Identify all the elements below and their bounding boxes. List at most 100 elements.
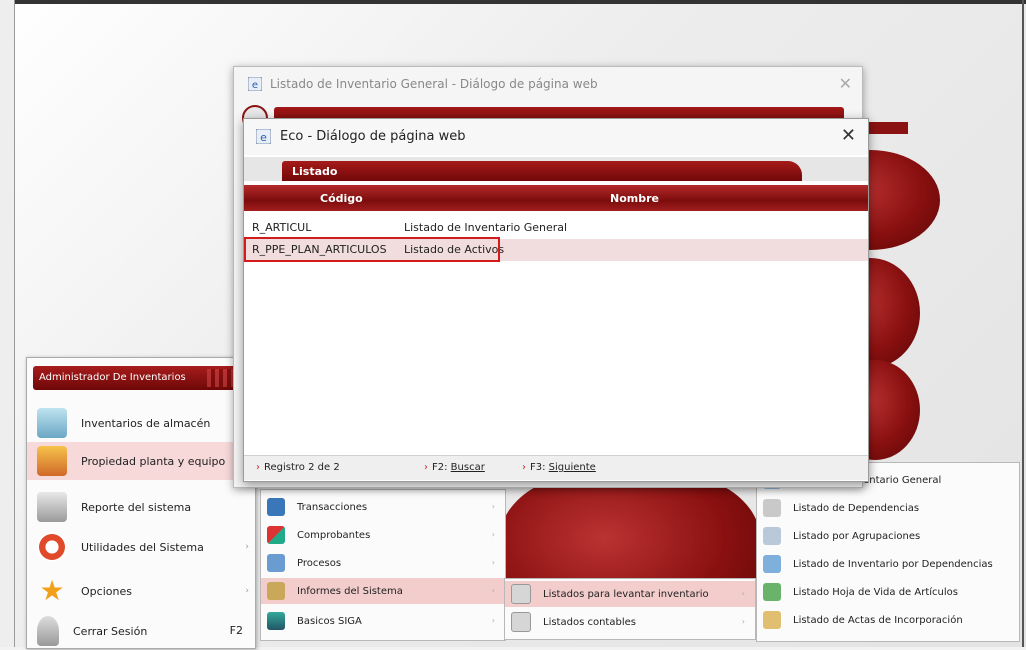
chevron-right-icon: › [245,542,249,552]
list-icon [763,499,781,517]
chevron-right-icon: › [491,502,495,511]
search-link: Buscar [450,462,485,473]
submenu-item-transacciones[interactable]: Transacciones › [261,494,505,520]
submenu-item-hoja-vida[interactable]: Listado Hoja de Vida de Artículos [757,579,1019,605]
chevron-right-icon: › [491,558,495,567]
list-icon [511,612,531,632]
back-dialog-titlebar: e Listado de Inventario General - Diálog… [234,67,862,101]
list-icon [763,583,781,601]
start-menu-title: Administrador De Inventarios [39,372,186,383]
submenu-listados: Listado de Inventario General Listado de… [756,462,1020,642]
table-header: Código Nombre [244,185,868,211]
search-shortcut[interactable]: › F2: Buscar [424,462,485,473]
menu-item-reporte-sistema[interactable]: Reporte del sistema [27,488,255,526]
submenu-item-label: Listado de Dependencias [793,502,920,514]
chevron-right-icon: › [491,616,495,625]
back-dialog-title: Listado de Inventario General - Diálogo … [270,77,598,91]
submenu-item-listados-levantar[interactable]: Listados para levantar inventario › [505,581,755,607]
submenu-propiedad: Transacciones › Comprobantes › Procesos … [260,489,506,641]
menu-item-label: Opciones [81,584,132,598]
printer-icon [37,492,67,522]
tab-listado[interactable]: Listado [282,161,802,181]
reports-icon [267,582,285,600]
submenu-item-informes[interactable]: Informes del Sistema › [261,578,505,604]
submenu-item-label: Listados contables [543,616,636,628]
key-icon [37,616,59,646]
submenu-item-dependencias[interactable]: Listado de Dependencias [757,495,1019,521]
cell-name: Listado de Inventario General [404,221,568,234]
dialog-titlebar: e Eco - Diálogo de página web ✕ [244,119,868,155]
list-icon [763,555,781,573]
submenu-item-label: Procesos [297,557,342,569]
tab-label: Listado [292,165,338,178]
chevron-right-icon: › [741,589,745,598]
svg-text:e: e [260,131,267,144]
start-menu: Administrador De Inventarios Inventarios… [26,357,256,649]
menu-item-label: Inventarios de almacén [81,416,211,430]
menu-item-opciones[interactable]: ★ Opciones › [27,572,255,610]
submenu-item-label: Listado de Inventario por Dependencias [793,558,993,570]
menu-item-utilidades[interactable]: Utilidades del Sistema › [27,528,255,566]
window-top-edge [0,0,1026,4]
search-key: F2: [432,462,448,473]
menu-item-inventarios-almacen[interactable]: Inventarios de almacén [27,404,255,442]
lifebuoy-icon [37,532,67,562]
list-icon [763,611,781,629]
column-header-name[interactable]: Nombre [610,192,659,205]
submenu-informes: Listados para levantar inventario › List… [504,578,756,640]
submenu-item-label: Listado por Agrupaciones [793,530,921,542]
list-icon [511,584,531,604]
next-shortcut[interactable]: › F3: Siguiente [522,462,596,473]
chevron-right-icon: › [491,530,495,539]
basics-icon [267,612,285,630]
record-counter: › Registro 2 de 2 [256,462,340,473]
submenu-item-procesos[interactable]: Procesos › [261,550,505,576]
submenu-item-listados-contables[interactable]: Listados contables › [505,609,755,635]
submenu-item-label: Transacciones [297,501,368,513]
processes-icon [267,554,285,572]
list-icon [763,527,781,545]
menu-item-propiedad-planta[interactable]: Propiedad planta y equipo › [27,442,255,480]
window-right-edge [1022,0,1024,647]
ie-icon: e [248,77,262,91]
eco-dialog: e Eco - Diálogo de página web ✕ Listado … [243,118,869,482]
submenu-item-label: Comprobantes [297,529,371,541]
menu-item-label: Propiedad planta y equipo [81,454,226,468]
dialog-title: Eco - Diálogo de página web [280,129,466,144]
status-bar: › Registro 2 de 2 › F2: Buscar › F3: Siguie… [244,455,868,480]
submenu-item-label: Informes del Sistema [297,585,403,597]
star-icon: ★ [39,574,65,607]
menu-item-label: Utilidades del Sistema [81,540,204,554]
next-key: F3: [530,462,546,473]
menu-item-cerrar-sesion[interactable]: Cerrar Sesión F2 [27,612,255,650]
chevron-right-icon: › [245,586,249,596]
highlight-box [244,237,500,262]
window-left-edge [0,0,15,647]
cell-code: R_ARTICUL [252,221,312,234]
submenu-item-label: Listados para levantar inventario [543,588,709,600]
submenu-item-label: Listado de Actas de Incorporación [793,614,963,626]
submenu-item-label: Listado Hoja de Vida de Artículos [793,586,958,598]
chevron-right-icon: › [741,617,745,626]
menu-item-label: Reporte del sistema [81,500,192,514]
house-icon [37,446,67,476]
submenu-item-agrupaciones[interactable]: Listado por Agrupaciones [757,523,1019,549]
submenu-item-label: Basicos SIGA [297,615,362,627]
column-header-code[interactable]: Código [320,192,363,205]
transactions-icon [267,498,285,516]
shortcut-key: F2 [229,624,243,637]
next-link: Siguiente [548,462,596,473]
submenu-item-comprobantes[interactable]: Comprobantes › [261,522,505,548]
close-icon[interactable]: ✕ [841,125,856,146]
menu-item-label: Cerrar Sesión [73,624,148,638]
submenu-item-inventario-dependencias[interactable]: Listado de Inventario por Dependencias [757,551,1019,577]
warehouse-icon [37,408,67,438]
close-icon[interactable]: ✕ [839,74,852,93]
vouchers-icon [267,526,285,544]
record-count-text: Registro 2 de 2 [264,462,340,473]
ie-icon: e [256,129,271,144]
submenu-item-basicos[interactable]: Basicos SIGA › [261,608,505,634]
start-menu-header: Administrador De Inventarios [33,366,251,390]
chevron-right-icon: › [491,586,495,595]
submenu-item-actas[interactable]: Listado de Actas de Incorporación [757,607,1019,633]
